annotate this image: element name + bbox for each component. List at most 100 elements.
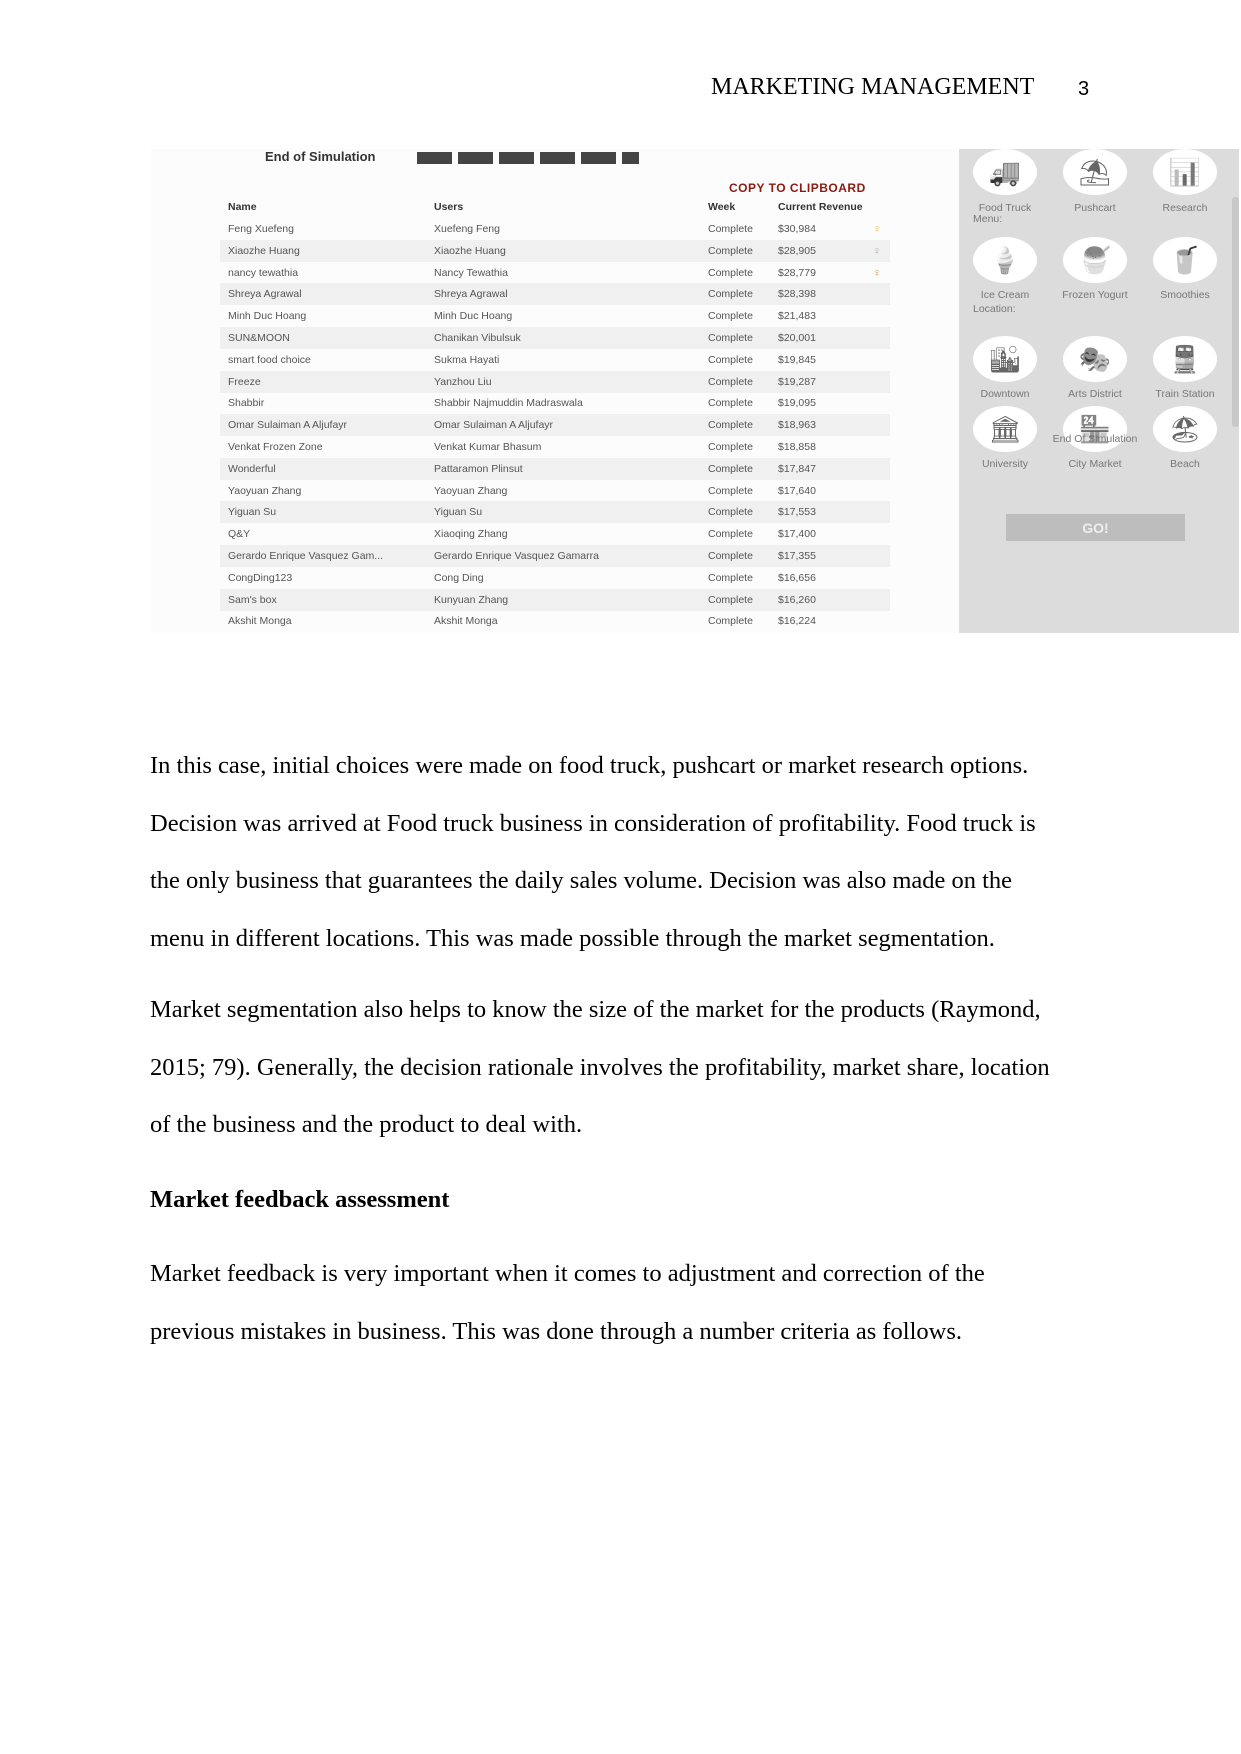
city-market-icon[interactable]: 🏪 [1063, 406, 1127, 452]
table-row: CongDing123 Cong Ding Complete $16,656 [220, 567, 890, 589]
cell-name: Shabbir [228, 397, 265, 410]
option-label: Smoothies [1160, 289, 1210, 301]
cell-user: Xiaoqing Zhang [434, 528, 508, 541]
table-header: Name Users Week Current Revenue [220, 196, 890, 218]
table-row: Gerardo Enrique Vasquez Gam... Gerardo En… [220, 545, 890, 567]
cell-user: Pattaramon Plinsut [434, 462, 523, 475]
research-icon[interactable]: 📊 [1153, 149, 1217, 195]
cell-user: Shabbir Najmuddin Madraswala [434, 397, 583, 410]
cell-week: Complete [708, 419, 753, 432]
medal-icon: ♀ [873, 244, 881, 257]
cell-revenue: $17,355 [778, 550, 816, 562]
cell-revenue: $17,400 [778, 528, 816, 541]
cell-revenue: $21,483 [778, 310, 816, 323]
smoothie-icon[interactable]: 🥤 [1153, 237, 1217, 283]
leaderboard-title: End of Simulation [265, 149, 376, 164]
cell-user: Kunyuan Zhang [434, 593, 509, 606]
cell-week: Complete [708, 550, 753, 562]
arts-district-icon[interactable]: 🎭 [1063, 336, 1127, 382]
table-row: Akshit Monga Akshit Monga Complete $16,224 [220, 610, 890, 632]
cell-user: Sukma Hayati [434, 353, 500, 366]
cell-name: Q&Y [228, 528, 251, 541]
cell-revenue: $16,656 [778, 571, 816, 584]
redacted-text [417, 152, 639, 164]
option-label: Downtown [980, 388, 1030, 400]
option-label: Research [1162, 202, 1208, 214]
university-icon[interactable]: 🏛 [973, 406, 1037, 452]
column-header: Name [228, 201, 257, 213]
option-label: Train Station [1155, 388, 1215, 400]
table-row: Feng Xuefeng Xuefeng Feng Complete $30,984 ♀ [220, 218, 890, 240]
paragraph-line: of the business and the product to deal … [150, 1111, 583, 1139]
cell-user: Yaoyuan Zhang [434, 484, 508, 497]
cell-name: Gerardo Enrique Vasquez Gam... [228, 550, 384, 562]
column-header: Users [434, 201, 464, 213]
downtown-icon[interactable]: 🏙 [973, 336, 1037, 382]
frozen-yogurt-icon[interactable]: 🍧 [1063, 237, 1127, 283]
medal-icon: ♀ [873, 266, 881, 279]
page-number: 3 [1078, 78, 1090, 100]
running-header: MARKETING MANAGEMENT [711, 74, 1035, 100]
table-row: Sam's box Kunyuan Zhang Complete $16,260 [220, 588, 890, 611]
scrollbar[interactable] [1232, 197, 1239, 427]
cell-user: Omar Sulaiman A Aljufayr [434, 419, 554, 432]
decision-panel: 🚚 Food Truck ⛱ Pushcart 📊 Research 🍦 Ice Cream 🍧… [959, 149, 1239, 633]
cell-name: Freeze [228, 375, 261, 388]
food-truck-icon[interactable]: 🚚 [973, 149, 1037, 195]
option-label: University [981, 458, 1029, 470]
cell-name: Akshit Monga [228, 615, 292, 628]
table-row: Shreya Agrawal Shreya Agrawal Complete $28,… [220, 283, 890, 306]
cell-week: Complete [708, 223, 753, 235]
cell-name: nancy tewathia [228, 266, 299, 279]
cell-name: CongDing123 [228, 571, 293, 584]
paragraph-line: Decision was arrived at Food truck busin… [150, 809, 1036, 837]
cell-week: Complete [708, 484, 753, 497]
option-label: Arts District [1068, 388, 1122, 400]
pushcart-icon[interactable]: ⛱ [1063, 149, 1127, 195]
table-row: Yaoyuan Zhang Yaoyuan Zhang Complete $17,64… [220, 480, 890, 502]
medal-icon: ♀ [873, 223, 881, 235]
cell-week: Complete [708, 528, 753, 541]
cell-name: Shreya Agrawal [228, 288, 302, 301]
cell-week: Complete [708, 397, 753, 410]
cell-revenue: $28,905 [778, 244, 816, 257]
go-button[interactable]: GO! [1006, 514, 1185, 541]
cell-revenue: $19,845 [778, 353, 816, 366]
paragraph-line: In this case, initial choices were made … [150, 752, 1029, 779]
simulation-screenshot: End of Simulation COPY TO CLIPBOARD Name… [151, 149, 1239, 633]
option-label: Frozen Yogurt [1062, 289, 1128, 301]
leaderboard: End of Simulation COPY TO CLIPBOARD Name… [151, 149, 959, 633]
cell-name: Venkat Frozen Zone [228, 441, 323, 453]
cell-user: Yiguan Su [434, 506, 483, 519]
cell-revenue: $16,260 [778, 593, 816, 606]
cell-name: Minh Duc Hoang [228, 310, 307, 323]
paragraph-line: Market feedback is very important when i… [150, 1260, 985, 1287]
cell-user: Nancy Tewathia [434, 266, 508, 279]
cell-week: Complete [708, 615, 753, 628]
table-row: Shabbir Shabbir Najmuddin Madraswala Compl… [220, 392, 890, 414]
cell-revenue: $30,984 [778, 223, 816, 235]
option-label: Ice Cream [980, 289, 1030, 301]
table-row: smart food choice Sukma Hayati Complete $19… [220, 349, 890, 371]
train-station-icon[interactable]: 🚆 [1153, 336, 1217, 382]
table-row: Xiaozhe Huang Xiaozhe Huang Complete $28,90… [220, 239, 890, 262]
document-page: MARKETING MANAGEMENT 3 End of Simulation… [0, 0, 1241, 1754]
paragraph-line: menu in different locations. This was ma… [150, 924, 995, 952]
cell-week: Complete [708, 571, 753, 584]
cell-user: Yanzhou Liu [434, 375, 492, 388]
cell-revenue: $17,847 [778, 462, 816, 475]
ice-cream-icon[interactable]: 🍦 [973, 237, 1037, 283]
copy-to-clipboard-button[interactable]: COPY TO CLIPBOARD [729, 181, 866, 195]
table-row: Freeze Yanzhou Liu Complete $19,287 [220, 370, 890, 393]
cell-revenue: $18,963 [778, 419, 816, 432]
paragraph-line: Market segmentation also helps to know t… [150, 996, 1041, 1023]
cell-user: Chanikan Vibulsuk [434, 332, 521, 344]
beach-icon[interactable]: 🏖 [1153, 406, 1217, 452]
cell-revenue: $20,001 [778, 332, 816, 344]
cell-user: Minh Duc Hoang [434, 310, 513, 323]
column-header: Current Revenue [778, 201, 863, 213]
option-label: Pushcart [1074, 202, 1116, 214]
cell-revenue: $18,858 [778, 441, 816, 453]
cell-week: Complete [708, 310, 753, 323]
cell-name: Feng Xuefeng [228, 223, 294, 235]
